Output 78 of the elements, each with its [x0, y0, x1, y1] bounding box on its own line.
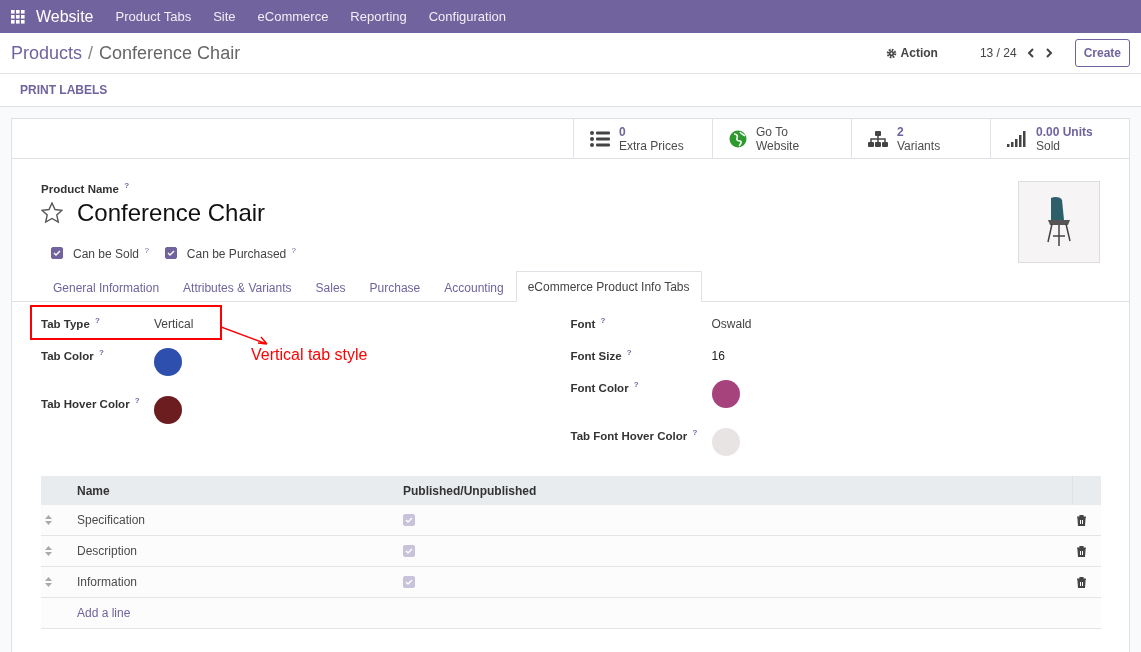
field-label: Tab Type $^{?}$ — [41, 316, 101, 330]
field-label: Font $^{?}$ — [570, 316, 607, 330]
field-label: Tab Hover Color $^{?}$ — [41, 396, 141, 410]
menu-item[interactable]: Configuration — [428, 9, 507, 24]
trash-icon — [1076, 545, 1086, 557]
checkbox[interactable] — [403, 514, 415, 526]
breadcrumb-link[interactable]: Products — [11, 42, 83, 63]
action-menu[interactable]: Action — [900, 46, 938, 60]
stat-label: Variants — [897, 138, 941, 153]
smart-button[interactable]: 0.00 Units Sold — [990, 119, 1129, 158]
star-icon[interactable] — [41, 202, 63, 224]
drag-handle-icon — [45, 546, 52, 556]
trash-icon — [1076, 514, 1086, 526]
list-icon — [590, 130, 610, 147]
menu-item[interactable]: Product Tabs — [115, 9, 192, 24]
smart-button[interactable]: 2 Variants — [851, 119, 990, 158]
table-cell: Information — [73, 566, 399, 598]
stat-value: 0.00 Units — [1036, 124, 1093, 139]
smart-button[interactable]: Go To Website — [712, 119, 851, 158]
field-label: Font Size $^{?}$ — [570, 348, 633, 362]
drag-handle-icon — [45, 515, 52, 525]
breadcrumb-separator: / — [88, 42, 94, 63]
field-value[interactable]: Vertical — [154, 315, 194, 331]
menu-item[interactable]: eCommerce — [257, 9, 329, 24]
arrow — [221, 326, 271, 346]
annotation-text: Vertical tab style — [251, 346, 368, 364]
field-label: Font Color $^{?}$ — [570, 380, 640, 394]
product-image[interactable] — [1018, 181, 1100, 263]
stat-value: 0 — [619, 124, 627, 139]
app-name[interactable]: Website — [36, 7, 94, 26]
column-header[interactable]: Published/Unpublished — [399, 476, 1073, 505]
create-button[interactable]: Create — [1074, 39, 1130, 67]
checkbox[interactable] — [403, 545, 415, 557]
field-value[interactable]: 16 — [711, 347, 725, 363]
table-cell: Specification — [73, 505, 399, 536]
breadcrumb-current: Conference Chair — [99, 42, 241, 63]
checkbox[interactable] — [403, 576, 415, 588]
tab[interactable]: eCommerce Product Info Tabs — [515, 271, 702, 302]
next-icon[interactable] — [1044, 48, 1053, 58]
stat-value: 2 — [897, 124, 905, 139]
field-value[interactable]: Oswald — [711, 315, 752, 331]
hierarchy-icon — [868, 130, 888, 147]
field-label: Tab Color $^{?}$ — [41, 348, 105, 362]
add-line-link[interactable]: Add a line — [77, 606, 131, 620]
stat-label: Sold — [1036, 138, 1062, 153]
field-label: Tab Font Hover Color $^{?}$ — [570, 428, 699, 442]
checkbox-label: Can be Purchased $^{?}$ — [186, 245, 297, 261]
color-swatch[interactable] — [154, 396, 182, 424]
gear-icon — [885, 47, 897, 59]
stat-value: Go To — [756, 124, 789, 139]
color-swatch[interactable] — [711, 380, 740, 408]
print-labels-button[interactable]: PRINT LABELS — [20, 83, 108, 97]
checkbox[interactable] — [164, 247, 177, 260]
tab[interactable]: Attributes & Variants — [171, 272, 304, 302]
menu-item[interactable]: Reporting — [350, 9, 407, 24]
previous-icon[interactable] — [1026, 48, 1035, 58]
menu-item[interactable]: Site — [213, 9, 236, 24]
checkbox[interactable] — [51, 247, 63, 260]
stat-label: Extra Prices — [619, 138, 684, 153]
tab[interactable]: General Information — [41, 272, 172, 302]
color-swatch[interactable] — [711, 428, 740, 456]
tab[interactable]: Accounting — [432, 272, 516, 302]
smart-button[interactable]: 0 Extra Prices — [573, 119, 712, 158]
color-swatch[interactable] — [154, 348, 182, 376]
globe-icon — [729, 129, 747, 148]
column-header[interactable]: Name — [73, 476, 399, 505]
product-name[interactable]: Conference Chair — [77, 198, 266, 227]
checkbox-label: Can be Sold $^{?}$ — [73, 245, 149, 261]
pager-value: 13 / 24 — [979, 46, 1017, 60]
trash-icon — [1076, 576, 1086, 588]
tab[interactable]: Sales — [303, 272, 358, 302]
apps-grid-icon — [11, 9, 25, 24]
signal-bars-icon — [1007, 130, 1027, 147]
tab[interactable]: Purchase — [357, 272, 433, 302]
drag-handle-icon — [45, 577, 52, 587]
field-label: Product Name $^{?}$ — [41, 181, 131, 195]
stat-label: Website — [756, 138, 800, 153]
table-cell: Description — [73, 535, 399, 567]
